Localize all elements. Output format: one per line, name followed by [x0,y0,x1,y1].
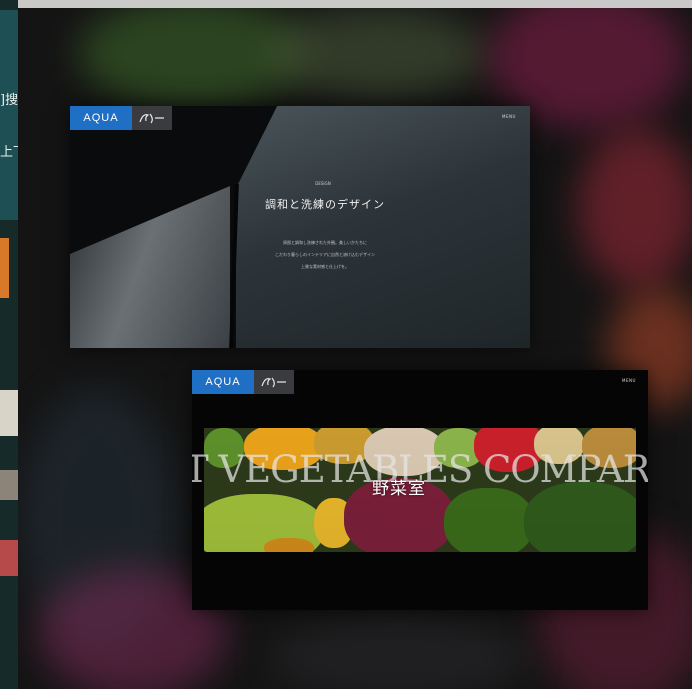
design-body-line-2: こだわり暮らしのインテリアに自然と溶け込むデザイン [275,252,375,257]
design-slide[interactable]: AQUA MENU DESIGN 調和と洗練のデザイン 周囲と調和し洗練された外… [70,106,530,348]
vegetable-compartment-label: 野菜室 [372,479,426,499]
design-body-line-1: 周囲と調和し洗練された外観。美しいかたちに [283,240,367,245]
teal-panel [0,10,18,220]
light-block-2 [0,470,18,500]
red-block [0,540,18,576]
design-body-line-3: 上質な素材感と仕上げを。 [301,264,349,269]
menu-button[interactable]: MENU [622,378,636,383]
orange-bar [0,238,9,298]
left-window-text-1: ]搜 [0,93,18,108]
series-logo-icon [254,370,294,394]
aqua-logo[interactable]: AQUA [70,106,132,130]
brand-bar: AQUA [70,106,172,130]
series-logo-icon [132,106,172,130]
design-title: 調和と洗練のデザイン [265,198,385,211]
vegetable-compartment-slide[interactable]: AQUA MENU T VEGETABLES COMPART 野菜室 [192,370,648,610]
fridge-panel-right [236,106,530,348]
aqua-logo[interactable]: AQUA [192,370,254,394]
background-window-edge[interactable]: ]搜 上下 [0,0,18,689]
menu-button[interactable]: MENU [502,114,516,119]
brand-bar: AQUA [192,370,294,394]
light-block [0,390,18,436]
top-bar [0,0,692,8]
section-label: DESIGN [315,181,331,186]
fridge-panel-left [70,186,230,348]
left-window-text-2: 上下 [0,145,18,160]
